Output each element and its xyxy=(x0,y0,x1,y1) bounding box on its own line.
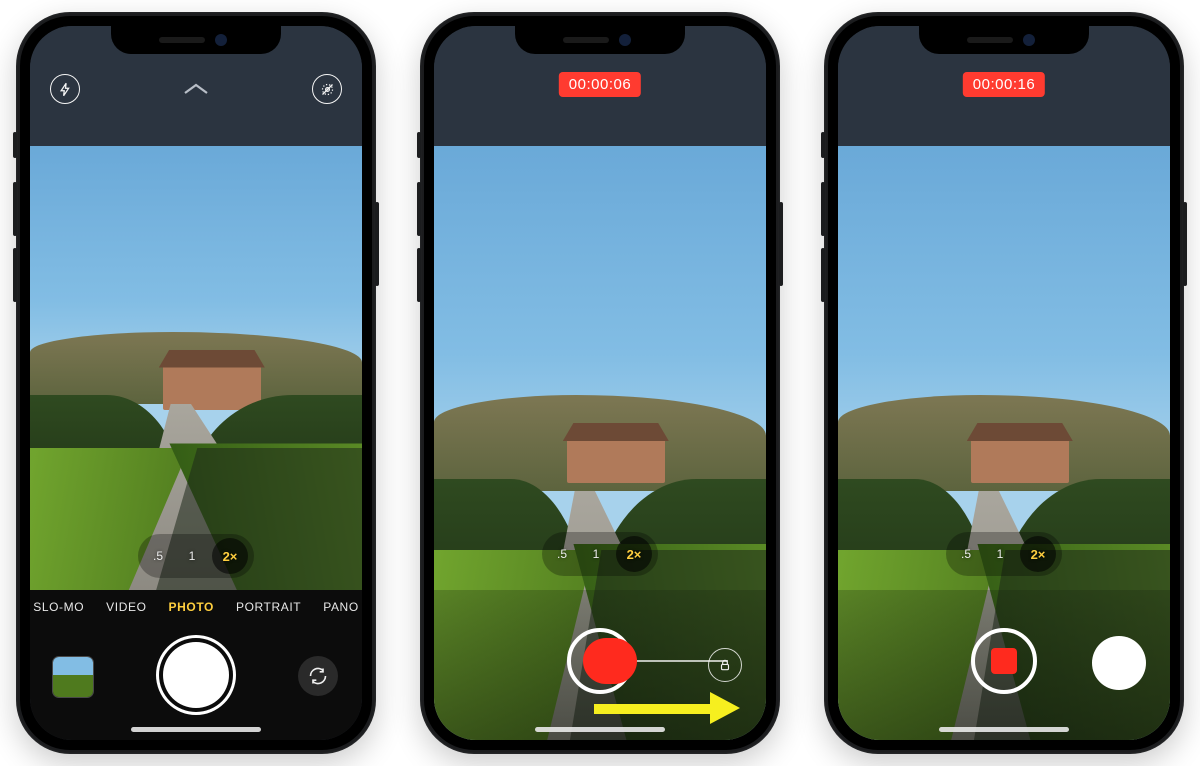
shutter-button[interactable] xyxy=(163,642,229,708)
camera-app-screen: 00:00:16 .5 1 2× xyxy=(838,26,1170,740)
zoom-1x[interactable]: 1 xyxy=(986,540,1014,568)
home-indicator[interactable] xyxy=(939,727,1069,732)
device-notch xyxy=(919,26,1089,54)
zoom-0-5x[interactable]: .5 xyxy=(144,542,172,570)
viewfinder[interactable]: .5 1 2× xyxy=(434,146,766,740)
mode-pano[interactable]: PANO xyxy=(323,600,359,614)
viewfinder[interactable]: .5 1 2× xyxy=(30,146,362,590)
lock-icon[interactable] xyxy=(708,648,742,682)
phone-3: 00:00:16 .5 1 2× xyxy=(824,12,1184,754)
viewfinder[interactable]: .5 1 2× xyxy=(838,146,1170,740)
device-notch xyxy=(515,26,685,54)
mode-photo[interactable]: PHOTO xyxy=(169,600,214,614)
live-photo-off-icon[interactable] xyxy=(312,74,342,104)
chevron-up-icon[interactable] xyxy=(183,82,209,96)
phone-2: 00:00:06 .5 1 2× xyxy=(420,12,780,754)
camera-flip-button[interactable] xyxy=(298,656,338,696)
capture-still-button[interactable] xyxy=(1092,636,1146,690)
recording-timer: 00:00:06 xyxy=(559,72,641,97)
zoom-1x[interactable]: 1 xyxy=(582,540,610,568)
camera-bottom-bar: SLO-MO VIDEO PHOTO PORTRAIT PANO xyxy=(30,590,362,740)
record-indicator-icon xyxy=(583,638,637,684)
recording-timer: 00:00:16 xyxy=(963,72,1045,97)
last-photo-thumbnail[interactable] xyxy=(52,656,94,698)
camera-app-screen: 00:00:06 .5 1 2× xyxy=(434,26,766,740)
zoom-control[interactable]: .5 1 2× xyxy=(138,534,254,578)
zoom-0-5x[interactable]: .5 xyxy=(952,540,980,568)
zoom-control[interactable]: .5 1 2× xyxy=(946,532,1062,576)
device-notch xyxy=(111,26,281,54)
slide-right-arrow-hint xyxy=(594,692,754,724)
zoom-1x[interactable]: 1 xyxy=(178,542,206,570)
quicktake-controls xyxy=(434,590,766,740)
mode-portrait[interactable]: PORTRAIT xyxy=(236,600,301,614)
phone-1: .5 1 2× SLO-MO VIDEO PHOTO PORTRAIT PANO xyxy=(16,12,376,754)
zoom-0-5x[interactable]: .5 xyxy=(548,540,576,568)
camera-app-screen: .5 1 2× SLO-MO VIDEO PHOTO PORTRAIT PANO xyxy=(30,26,362,740)
stop-recording-button[interactable] xyxy=(971,628,1037,694)
zoom-control[interactable]: .5 1 2× xyxy=(542,532,658,576)
mode-selector[interactable]: SLO-MO VIDEO PHOTO PORTRAIT PANO xyxy=(30,600,362,614)
flash-off-icon[interactable] xyxy=(50,74,80,104)
stop-icon xyxy=(991,648,1017,674)
zoom-2x[interactable]: 2× xyxy=(616,536,652,572)
zoom-2x[interactable]: 2× xyxy=(212,538,248,574)
mode-slomo[interactable]: SLO-MO xyxy=(33,600,84,614)
recording-controls xyxy=(838,590,1170,740)
home-indicator[interactable] xyxy=(131,727,261,732)
home-indicator[interactable] xyxy=(535,727,665,732)
quicktake-shutter[interactable] xyxy=(567,628,633,694)
zoom-2x[interactable]: 2× xyxy=(1020,536,1056,572)
mode-video[interactable]: VIDEO xyxy=(106,600,146,614)
